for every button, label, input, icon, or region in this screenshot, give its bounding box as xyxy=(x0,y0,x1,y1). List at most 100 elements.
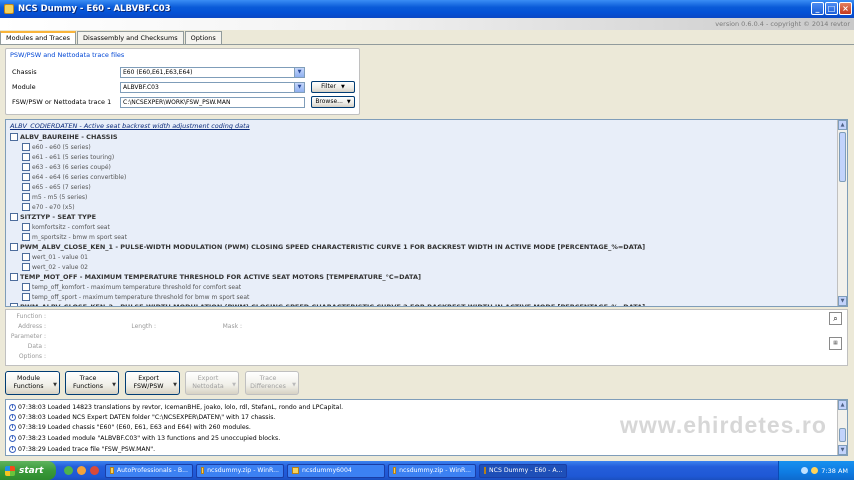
coding-tree[interactable]: ALBV_CODIERDATEN - Active seat backrest … xyxy=(5,119,848,307)
tree-value-node[interactable]: e64 - e64 (6 series convertible) xyxy=(22,172,126,182)
checkbox[interactable] xyxy=(22,183,30,191)
checkbox[interactable] xyxy=(10,213,18,221)
export-nettodata-button[interactable]: Export Nettodata ▼ xyxy=(185,371,239,395)
tab-options[interactable]: Options xyxy=(184,31,222,44)
trace-functions-button[interactable]: Trace Functions ▼ xyxy=(65,371,119,395)
tree-header[interactable]: ALBV_CODIERDATEN - Active seat backrest … xyxy=(10,122,250,130)
tree-value-node[interactable]: e63 - e63 (6 series coupé) xyxy=(22,162,111,172)
log-scrollbar[interactable]: ▲ ▼ xyxy=(837,400,847,455)
taskbar-item[interactable]: ncsdummy.zip - WinR... xyxy=(388,463,476,478)
checkbox[interactable] xyxy=(22,193,30,201)
tree-node-label: TEMP_MOT_OFF - MAXIMUM TEMPERATURE THRES… xyxy=(20,273,421,281)
filter-button[interactable]: Filter ▼ xyxy=(311,81,355,93)
module-functions-line1: Module xyxy=(17,375,40,382)
checkbox[interactable] xyxy=(22,203,30,211)
checkbox[interactable] xyxy=(10,133,18,141)
checkbox[interactable] xyxy=(22,223,30,231)
checkbox[interactable] xyxy=(22,293,30,301)
checkbox[interactable] xyxy=(22,263,30,271)
tree-node-label: komfortsitz - comfort seat xyxy=(32,223,110,231)
trace-differences-button[interactable]: Trace Differences ▼ xyxy=(245,371,299,395)
log-line: i 07:38:19 Loaded chassis "E60" (E60, E61… xyxy=(9,422,251,432)
module-functions-button[interactable]: Module Functions ▼ xyxy=(5,371,60,395)
chevron-down-icon[interactable]: ▼ xyxy=(294,82,304,92)
taskbar-item-label: NCS Dummy - E60 - A... xyxy=(489,467,563,474)
tree-value-node[interactable]: wert_01 - value 01 xyxy=(22,252,88,262)
log-text: 07:38:23 Loaded module "ALBVBF.C03" with… xyxy=(18,434,281,442)
tree-value-node[interactable]: temp_off_sport - maximum temperature thr… xyxy=(22,292,249,302)
tree-value-node[interactable]: e70 - e70 (x5) xyxy=(22,202,75,212)
tree-node-label: e70 - e70 (x5) xyxy=(32,203,75,211)
scroll-thumb[interactable] xyxy=(839,428,846,442)
network-icon[interactable] xyxy=(801,467,809,474)
module-label: Module xyxy=(12,83,36,91)
browser-icon[interactable] xyxy=(64,466,73,475)
volume-icon[interactable] xyxy=(811,467,819,474)
media-icon[interactable] xyxy=(90,466,99,475)
taskbar-item[interactable]: ncsdummy.zip - WinR... xyxy=(196,463,284,478)
chevron-down-icon[interactable]: ▼ xyxy=(294,67,304,77)
checkbox[interactable] xyxy=(22,163,30,171)
checkbox[interactable] xyxy=(22,283,30,291)
scroll-thumb[interactable] xyxy=(839,132,846,182)
scroll-up-icon[interactable]: ▲ xyxy=(838,120,847,130)
tree-value-node[interactable]: m5 - m5 (5 series) xyxy=(22,192,87,202)
checkbox[interactable] xyxy=(22,153,30,161)
checkbox[interactable] xyxy=(10,243,18,251)
tree-function-node[interactable]: SITZTYP - SEAT TYPE xyxy=(10,212,96,222)
firefox-icon[interactable] xyxy=(77,466,86,475)
tree-function-node[interactable]: ALBV_BAUREIHE - CHASSIS xyxy=(10,132,118,142)
close-icon[interactable]: × xyxy=(839,2,852,15)
tab-disassembly-and-checksums[interactable]: Disassembly and Checksums xyxy=(77,31,184,44)
minimize-icon[interactable]: _ xyxy=(811,2,824,15)
chevron-down-icon: ▼ xyxy=(112,382,116,388)
tree-value-node[interactable]: e61 - e61 (5 series touring) xyxy=(22,152,114,162)
trace-file-value: C:\NCSEXPER\WORK\FSW_PSW.MAN xyxy=(123,98,231,106)
chassis-select[interactable]: E60 (E60,E61,E63,E64) ▼ xyxy=(120,66,305,78)
scroll-down-icon[interactable]: ▼ xyxy=(838,445,847,455)
info-icon: i xyxy=(9,445,16,453)
tree-value-node[interactable]: e65 - e65 (7 series) xyxy=(22,182,91,192)
tree-function-node[interactable]: TEMP_MOT_OFF - MAXIMUM TEMPERATURE THRES… xyxy=(10,272,421,282)
tree-scrollbar[interactable]: ▲ ▼ xyxy=(837,120,847,306)
checkbox[interactable] xyxy=(22,143,30,151)
search-icon[interactable]: ⌕ xyxy=(829,312,842,325)
chevron-down-icon: ▼ xyxy=(340,84,345,90)
module-select[interactable]: ALBVBF.C03 ▼ xyxy=(120,81,305,93)
browse-button[interactable]: Browse... ▼ xyxy=(311,96,355,108)
tree-node-label: m_sportsitz - bmw m sport seat xyxy=(32,233,127,241)
checkbox[interactable] xyxy=(10,303,18,306)
window-icon xyxy=(484,467,486,474)
start-button[interactable]: start xyxy=(0,461,56,480)
scroll-down-icon[interactable]: ▼ xyxy=(838,296,847,306)
checkbox[interactable] xyxy=(22,253,30,261)
taskbar: start AutoProfessionals - B... ncsdummy.… xyxy=(0,461,854,480)
tab-modules-and-traces[interactable]: Modules and Traces xyxy=(0,31,77,45)
maximize-icon[interactable]: □ xyxy=(825,2,838,15)
log-text: 07:38:03 Loaded NCS Expert DATEN folder … xyxy=(18,413,276,421)
tree-function-node[interactable]: PWM_ALBV_CLOSE_KEN_2 - PULSE-WIDTH MODUL… xyxy=(10,302,645,306)
tree-value-node[interactable]: temp_off_komfort - maximum temperature t… xyxy=(22,282,241,292)
hex-view-icon[interactable]: ▦ xyxy=(829,337,842,350)
chevron-down-icon: ▼ xyxy=(173,382,177,388)
tree-value-node[interactable]: m_sportsitz - bmw m sport seat xyxy=(22,232,127,242)
checkbox[interactable] xyxy=(10,273,18,281)
tree-function-node[interactable]: PWM_ALBV_CLOSE_KEN_1 - PULSE-WIDTH MODUL… xyxy=(10,242,645,252)
address-label: Address : xyxy=(18,323,46,330)
scroll-up-icon[interactable]: ▲ xyxy=(838,400,847,410)
checkbox[interactable] xyxy=(22,173,30,181)
tree-node-label: e64 - e64 (6 series convertible) xyxy=(32,173,127,181)
clock[interactable]: 7:38 AM xyxy=(821,467,848,475)
tree-value-node[interactable]: komfortsitz - comfort seat xyxy=(22,222,110,232)
tree-value-node[interactable]: wert_02 - value 02 xyxy=(22,262,88,272)
info-icon: i xyxy=(9,403,16,411)
checkbox[interactable] xyxy=(22,233,30,241)
taskbar-item[interactable]: ncsdummy6004 xyxy=(287,463,385,478)
export-fsw-psw-line2: FSW/PSW xyxy=(133,383,164,390)
taskbar-item[interactable]: AutoProfessionals - B... xyxy=(105,463,193,478)
export-fsw-psw-button[interactable]: Export FSW/PSW ▼ xyxy=(125,371,180,395)
taskbar-item[interactable]: NCS Dummy - E60 - A... xyxy=(479,463,567,478)
trace-file-input[interactable]: C:\NCSEXPER\WORK\FSW_PSW.MAN xyxy=(120,96,305,108)
tree-value-node[interactable]: e60 - e60 (5 series) xyxy=(22,142,91,152)
folder-icon xyxy=(292,467,299,474)
